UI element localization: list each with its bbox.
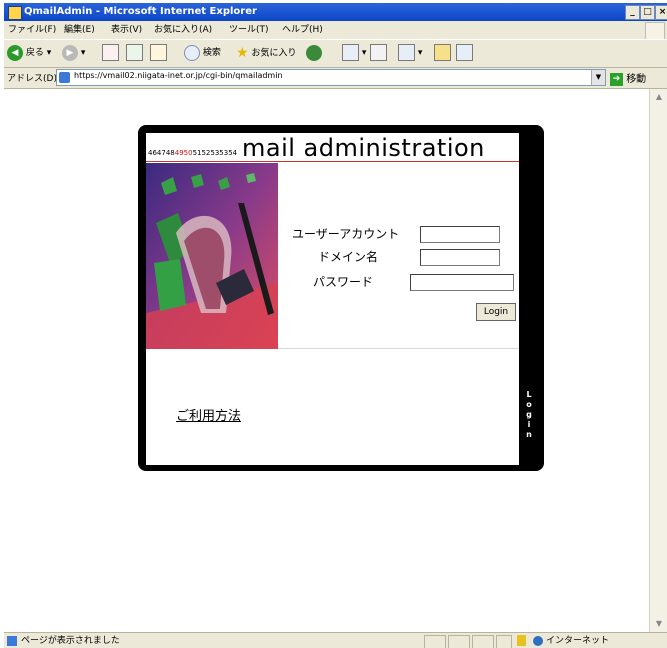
- address-bar: アドレス(D) https://vmail02.niigata-inet.or.…: [4, 67, 667, 89]
- menu-tools[interactable]: ツール(T): [229, 21, 269, 39]
- toolbar: ◀ 戻る ▾ ▶ ▾ 検索 ★ お気に入り ▾ ▾: [4, 39, 667, 68]
- go-button[interactable]: ➔ 移動: [610, 70, 646, 86]
- mail-icon: [342, 44, 359, 61]
- search-label: 検索: [202, 48, 221, 58]
- scroll-up-icon[interactable]: ▲: [650, 89, 667, 105]
- browser-window: QmailAdmin - Microsoft Internet Explorer…: [4, 3, 667, 648]
- login-side-tab-label: Login: [526, 390, 532, 439]
- header-numbers-a: 464748: [148, 149, 175, 157]
- favorites-button[interactable]: ★ お気に入り: [236, 44, 296, 62]
- login-panel: 46474849505152535354 mail administration: [138, 125, 544, 471]
- vertical-scrollbar[interactable]: ▲ ▼: [649, 89, 667, 632]
- status-bar: ページが表示されました インターネット: [4, 632, 667, 648]
- lock-icon: [517, 635, 526, 646]
- usage-guide-link[interactable]: ご利用方法: [176, 405, 241, 424]
- menu-view[interactable]: 表示(V): [111, 21, 142, 39]
- user-account-input[interactable]: [420, 226, 500, 243]
- star-icon: ★: [236, 45, 249, 61]
- stop-button[interactable]: [102, 44, 119, 62]
- user-account-label: ユーザーアカウント: [292, 227, 400, 241]
- login-button[interactable]: Login: [476, 303, 516, 321]
- login-panel-inner: 46474849505152535354 mail administration: [146, 133, 519, 465]
- forward-button[interactable]: ▶ ▾: [62, 44, 85, 62]
- maximize-button[interactable]: □: [640, 5, 655, 20]
- back-label: 戻る: [25, 48, 44, 58]
- status-text: ページが表示されました: [21, 636, 120, 646]
- status-pane: [448, 635, 470, 648]
- header-numbers-b: 5152535354: [192, 149, 238, 157]
- password-input[interactable]: [410, 274, 514, 291]
- ie-app-icon: [8, 6, 22, 20]
- page-content: 46474849505152535354 mail administration: [4, 89, 649, 632]
- refresh-icon: [126, 44, 143, 61]
- menu-file[interactable]: ファイル(F): [8, 21, 56, 39]
- history-button[interactable]: [306, 44, 322, 62]
- address-dropdown-icon[interactable]: ▼: [591, 70, 605, 85]
- title-bar: QmailAdmin - Microsoft Internet Explorer…: [4, 3, 667, 21]
- password-label: パスワード: [313, 275, 374, 289]
- window-title: QmailAdmin - Microsoft Internet Explorer: [24, 6, 257, 17]
- edit-button[interactable]: ▾: [398, 44, 422, 62]
- search-button[interactable]: 検索: [184, 44, 221, 62]
- folder-icon: [434, 44, 451, 61]
- minimize-button[interactable]: _: [625, 5, 640, 20]
- menu-edit[interactable]: 編集(E): [64, 21, 95, 39]
- back-button[interactable]: ◀ 戻る ▾: [7, 44, 51, 62]
- print-icon: [370, 44, 387, 61]
- login-side-tab[interactable]: Login: [522, 390, 536, 440]
- scroll-down-icon[interactable]: ▼: [650, 616, 667, 632]
- header-numbers-red: 4950: [174, 149, 193, 157]
- letters-artwork-icon: [146, 163, 278, 349]
- edit-icon: [398, 44, 415, 61]
- address-url[interactable]: https://vmail02.niigata-inet.or.jp/cgi-b…: [74, 71, 283, 80]
- page-icon: [59, 72, 70, 83]
- refresh-button[interactable]: [126, 44, 143, 62]
- go-label: 移動: [626, 74, 647, 85]
- stop-icon: [102, 44, 119, 61]
- address-label: アドレス(D): [7, 74, 57, 84]
- mail-button[interactable]: ▾: [342, 44, 366, 62]
- status-pane: [472, 635, 494, 648]
- forward-arrow-icon: ▶: [62, 44, 78, 61]
- windows-logo-icon: [645, 22, 665, 40]
- menu-favorites[interactable]: お気に入り(A): [154, 21, 212, 39]
- status-pane: [424, 635, 446, 648]
- menu-help[interactable]: ヘルプ(H): [282, 21, 323, 39]
- search-icon: [184, 44, 200, 61]
- favorites-label: お気に入り: [251, 48, 297, 59]
- home-icon: [150, 44, 167, 61]
- history-icon: [306, 44, 322, 61]
- page-title: mail administration: [242, 134, 485, 162]
- address-input[interactable]: https://vmail02.niigata-inet.or.jp/cgi-b…: [56, 69, 606, 86]
- page-status-icon: [7, 636, 17, 646]
- go-arrow-icon: ➔: [610, 72, 623, 86]
- messenger-button[interactable]: [456, 44, 473, 62]
- domain-name-input[interactable]: [420, 249, 500, 266]
- header-divider: [146, 161, 519, 162]
- internet-zone-icon: [533, 636, 543, 646]
- decorative-artwork: [146, 163, 278, 349]
- close-button[interactable]: ×: [655, 5, 667, 20]
- menu-bar: ファイル(F) 編集(E) 表示(V) お気に入り(A) ツール(T) ヘルプ(…: [4, 21, 667, 39]
- status-pane: [496, 635, 512, 648]
- back-arrow-icon: ◀: [7, 44, 23, 61]
- form-divider: [278, 348, 519, 349]
- security-zone-label: インターネット: [546, 636, 610, 646]
- header-numbers: 46474849505152535354: [148, 149, 237, 157]
- print-button[interactable]: [370, 44, 387, 62]
- folder-button[interactable]: [434, 44, 451, 62]
- messenger-icon: [456, 44, 473, 61]
- domain-name-label: ドメイン名: [318, 250, 379, 264]
- home-button[interactable]: [150, 44, 167, 62]
